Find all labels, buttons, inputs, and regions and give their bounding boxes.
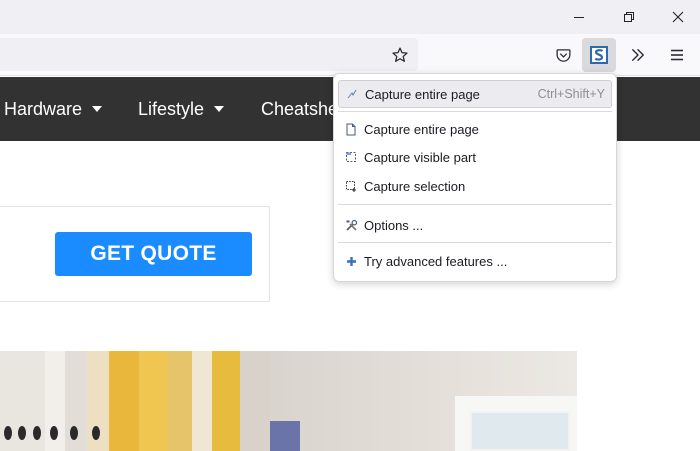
menu-item-capture-visible-part[interactable]: Capture visible part — [338, 143, 612, 171]
window-titlebar — [0, 0, 700, 34]
menu-item-label: Try advanced features ... — [364, 253, 508, 269]
menu-item-options[interactable]: Options ... — [338, 211, 612, 239]
restore-icon — [624, 12, 634, 22]
screenshot-extension-button[interactable] — [582, 38, 616, 72]
page-icon — [338, 123, 364, 136]
screenshot-extension-icon — [590, 46, 608, 64]
menu-item-try-advanced-features[interactable]: Try advanced features ... — [338, 247, 612, 275]
pocket-button[interactable] — [546, 38, 580, 72]
menu-item-capture-selection[interactable]: Capture selection — [338, 172, 612, 200]
minimize-button[interactable] — [556, 0, 602, 34]
menu-item-capture-entire-page-shortcut[interactable]: Capture entire page Ctrl+Shift+Y — [338, 80, 612, 108]
menu-item-label: Options ... — [364, 217, 424, 233]
app-menu-button[interactable] — [660, 38, 694, 72]
pocket-icon — [555, 48, 571, 62]
nav-item-lifestyle[interactable]: Lifestyle — [138, 77, 225, 141]
browser-toolbar — [0, 34, 700, 76]
menu-separator — [338, 111, 612, 112]
get-quote-button[interactable]: GET QUOTE — [55, 232, 252, 276]
url-bar[interactable] — [0, 38, 418, 71]
office-photo — [0, 351, 577, 451]
caret-down-icon — [92, 106, 103, 112]
menu-item-capture-entire-page[interactable]: Capture entire page — [338, 115, 612, 143]
nav-item-cheatsheet[interactable]: Cheatshe — [261, 77, 338, 141]
nav-item-label: Hardware — [4, 98, 83, 119]
capture-quick-icon — [339, 88, 365, 100]
menu-separator — [338, 242, 612, 243]
star-icon — [392, 47, 408, 62]
nav-item-label: Lifestyle — [138, 98, 205, 119]
menu-item-label: Capture selection — [364, 178, 466, 194]
close-button[interactable] — [655, 0, 700, 34]
menu-item-label: Capture visible part — [364, 149, 476, 165]
screenshot-dropdown-menu: Capture entire page Ctrl+Shift+Y Capture… — [333, 73, 617, 282]
chevron-double-right-icon — [632, 49, 644, 61]
visible-part-icon — [338, 151, 364, 163]
hamburger-icon — [671, 49, 683, 61]
menu-item-shortcut: Ctrl+Shift+Y — [537, 87, 605, 101]
bookmark-star-button[interactable] — [383, 38, 417, 72]
menu-item-label: Capture entire page — [364, 121, 479, 137]
minimize-icon — [574, 17, 584, 18]
tools-icon — [338, 219, 364, 232]
plus-icon — [338, 256, 364, 267]
menu-separator — [338, 204, 612, 205]
nav-item-hardware[interactable]: Hardware — [4, 77, 103, 141]
close-icon — [672, 11, 684, 23]
nav-item-label: Cheatshe — [261, 98, 339, 119]
caret-down-icon — [214, 106, 225, 112]
restore-button[interactable] — [606, 0, 652, 34]
overflow-menu-button[interactable] — [621, 38, 655, 72]
selection-icon — [338, 180, 364, 193]
menu-item-label: Capture entire page — [365, 86, 480, 102]
